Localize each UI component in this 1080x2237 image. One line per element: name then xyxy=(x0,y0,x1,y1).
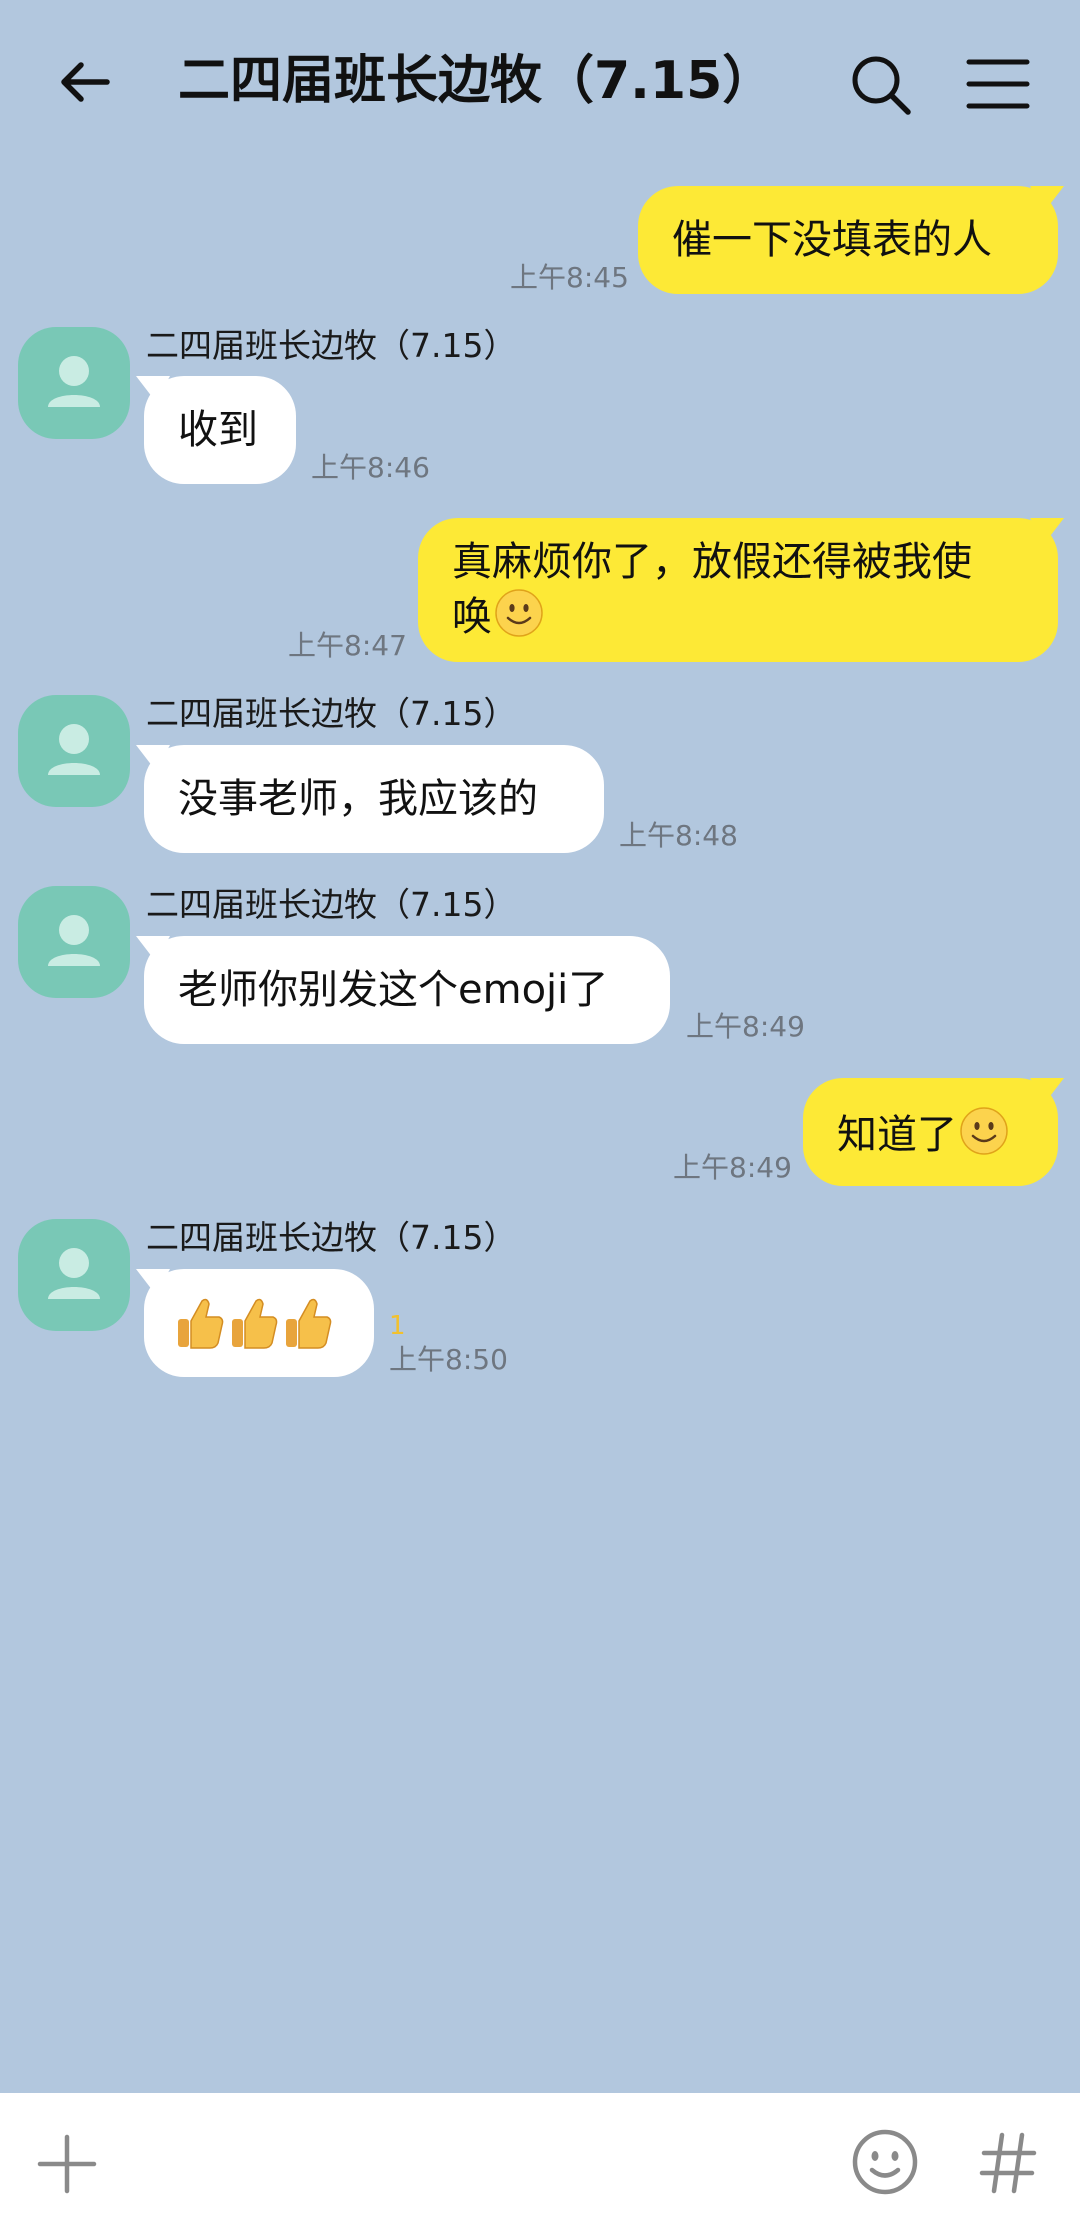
message-bubble[interactable]: 催一下没填表的人 xyxy=(638,186,1064,294)
back-button[interactable] xyxy=(55,50,119,114)
message-time: 上午8:47 xyxy=(288,629,407,662)
chat-title: 二四届班长边牧（7.15） xyxy=(178,51,775,111)
message-time: 上午8:49 xyxy=(673,1151,792,1184)
message-time: 上午8:45 xyxy=(510,261,629,294)
sender-name: 二四届班长边牧（7.15） xyxy=(146,885,517,924)
bubble-tail xyxy=(1030,1078,1064,1104)
user-icon xyxy=(48,915,100,966)
thumbs-up-emoji-icon xyxy=(178,1298,224,1349)
message-time: 上午8:50 xyxy=(389,1343,508,1376)
message-text-line-1: 真麻烦你了，放假还得被我使 xyxy=(452,539,972,585)
bubble-tail xyxy=(136,745,170,771)
avatar[interactable] xyxy=(18,695,130,807)
message-bubble[interactable]: 没事老师，我应该的 xyxy=(136,745,604,853)
search-button[interactable] xyxy=(848,52,914,118)
user-icon xyxy=(48,1248,100,1299)
user-icon xyxy=(48,356,100,407)
smiling-face-emoji-icon xyxy=(960,1107,1008,1155)
sender-name: 二四届班长边牧（7.15） xyxy=(146,694,517,733)
message-bubble[interactable]: 知道了 xyxy=(803,1078,1064,1186)
message-text: 没事老师，我应该的 xyxy=(178,776,538,822)
message-text: 知道了 xyxy=(837,1112,957,1158)
bubble-tail xyxy=(136,376,170,402)
message-time: 上午8:48 xyxy=(619,819,738,852)
plus-icon xyxy=(37,2134,97,2194)
message-text: 老师你别发这个emoji了 xyxy=(178,967,609,1013)
bubble-tail xyxy=(136,1269,170,1295)
bubble-tail xyxy=(136,936,170,962)
chat-header: 二四届班长边牧（7.15） xyxy=(0,0,1080,170)
message-bubble[interactable] xyxy=(136,1269,374,1377)
add-button[interactable] xyxy=(36,2133,98,2195)
avatar[interactable] xyxy=(18,327,130,439)
hamburger-menu-icon xyxy=(966,59,1030,109)
arrow-left-icon xyxy=(61,62,110,102)
unread-count-badge: 1 xyxy=(389,1311,406,1341)
thumbs-up-emoji-icon xyxy=(286,1298,332,1349)
input-bar xyxy=(0,2093,1080,2237)
message-text: 催一下没填表的人 xyxy=(672,217,992,263)
bubble-tail xyxy=(1030,186,1064,212)
smiling-face-emoji-icon xyxy=(495,589,543,637)
hashtag-button[interactable] xyxy=(978,2131,1038,2195)
menu-button[interactable] xyxy=(966,56,1030,112)
thumbs-up-emoji-icon xyxy=(232,1298,278,1349)
message-bubble[interactable]: 老师你别发这个emoji了 xyxy=(136,936,670,1044)
message-time: 上午8:49 xyxy=(686,1010,805,1043)
message-text-line-2: 唤 xyxy=(452,588,1058,643)
user-icon xyxy=(48,724,100,775)
avatar[interactable] xyxy=(18,886,130,998)
emoji-face-icon xyxy=(852,2129,918,2195)
search-icon xyxy=(852,56,911,115)
hash-icon xyxy=(979,2132,1037,2194)
message-bubble[interactable]: 收到 xyxy=(136,376,296,484)
avatar[interactable] xyxy=(18,1219,130,1331)
message-text: 唤 xyxy=(452,594,492,640)
message-bubble[interactable]: 真麻烦你了，放假还得被我使 唤 xyxy=(418,518,1064,662)
message-time: 上午8:46 xyxy=(311,451,430,484)
message-text: 收到 xyxy=(178,407,258,453)
sender-name: 二四届班长边牧（7.15） xyxy=(146,326,517,365)
sender-name: 二四届班长边牧（7.15） xyxy=(146,1218,517,1257)
bubble-tail xyxy=(1030,518,1064,544)
emoji-button[interactable] xyxy=(850,2127,920,2197)
